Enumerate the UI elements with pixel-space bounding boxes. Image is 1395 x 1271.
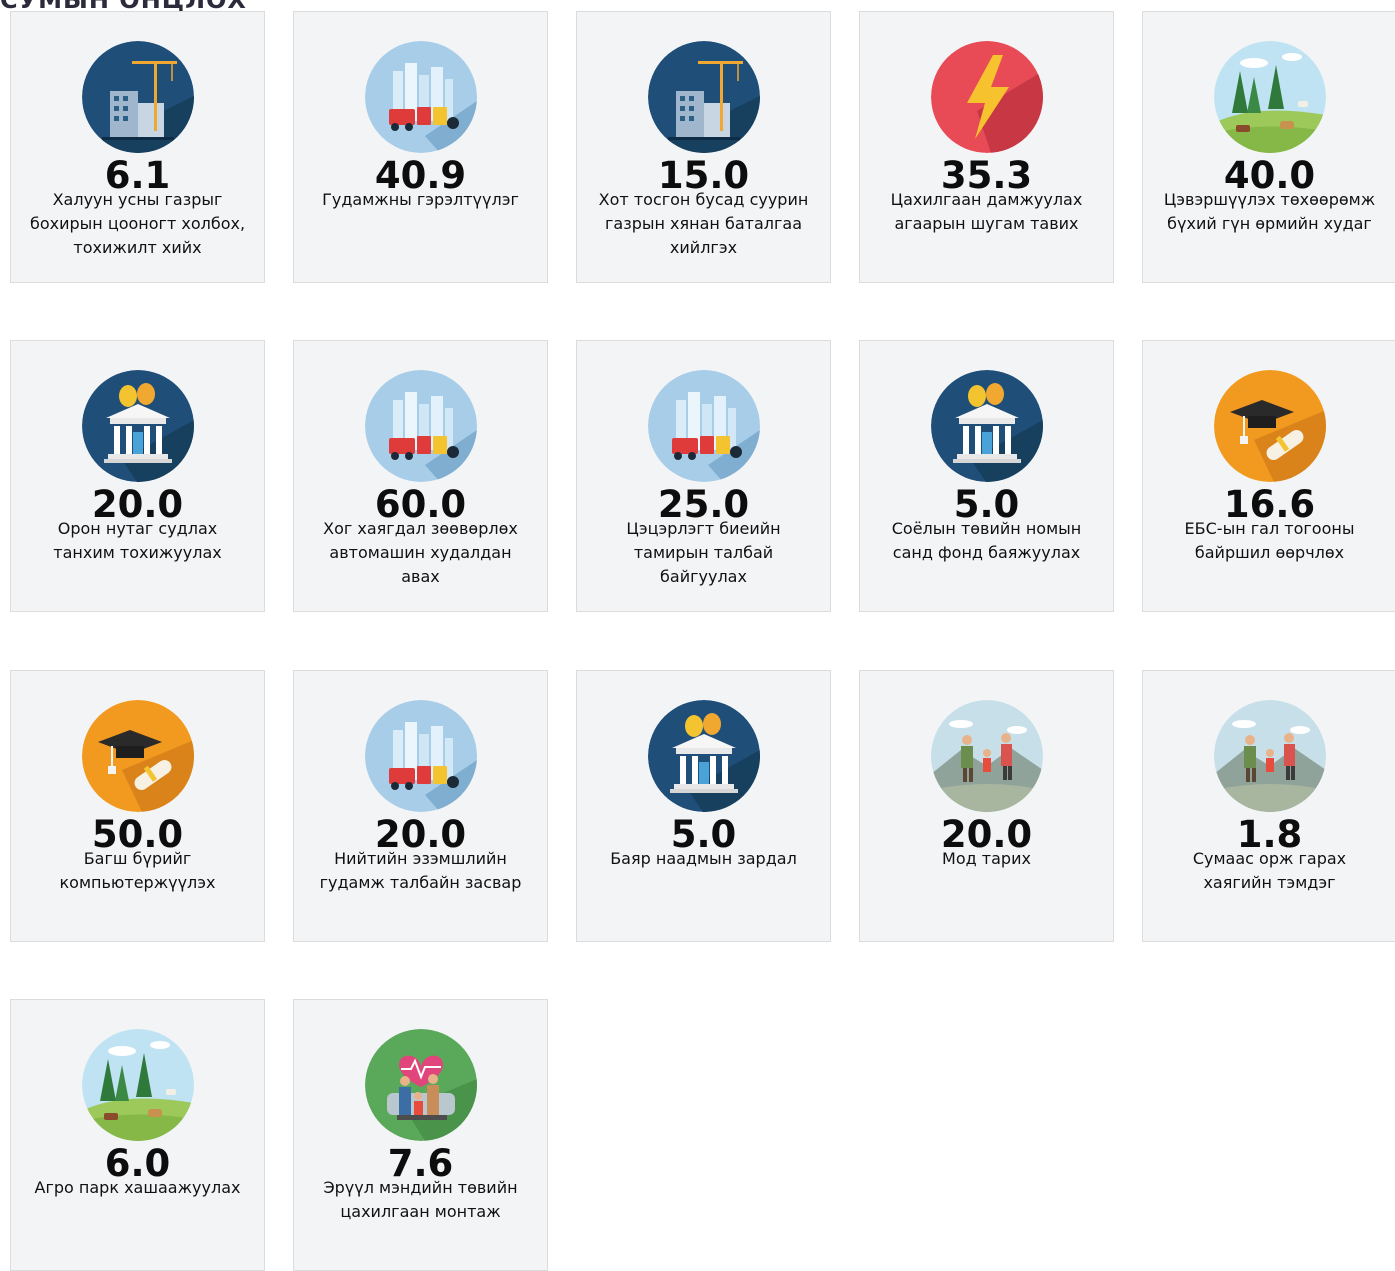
- project-card[interactable]: 1.8 Сумаас орж гарах хаягийн тэмдэг: [1142, 670, 1395, 942]
- project-icon-wrapper: [365, 41, 477, 153]
- project-icon-wrapper: [82, 700, 194, 812]
- project-title: Нийтийн эзэмшлийн гудамж талбайн засвар: [319, 849, 522, 892]
- hikers-icon: [931, 700, 1043, 812]
- project-icon-wrapper: [365, 700, 477, 812]
- project-title: Хот тосгон бусад суурин газрын хянан бат…: [598, 190, 809, 257]
- graduation-icon: [82, 700, 194, 812]
- project-title: ЕБС-ын гал тогооны байршил өөрчлөх: [1184, 519, 1355, 562]
- project-card[interactable]: 16.6 ЕБС-ын гал тогооны байршил өөрчлөх: [1142, 340, 1395, 612]
- project-title: Цахилгаан дамжуулах агаарын шугам тавих: [890, 190, 1083, 233]
- project-title: Агро парк хашаажуулах: [34, 1178, 241, 1197]
- project-card[interactable]: 20.0 Мод тарих: [859, 670, 1114, 942]
- theatre-icon: [931, 370, 1043, 482]
- project-card[interactable]: 6.0 Агро парк хашаажуулах: [10, 999, 265, 1271]
- project-card[interactable]: 35.3 Цахилгаан дамжуулах агаарын шугам та…: [859, 11, 1114, 283]
- project-title: Багш бүрийг компьютержүүлэх: [59, 849, 216, 892]
- city-waste-icon: [648, 370, 760, 482]
- project-icon-wrapper: [365, 370, 477, 482]
- project-title: Хог хаягдал зөөвөрлөх автомашин худалдан…: [323, 519, 518, 586]
- project-icon-wrapper: [648, 41, 760, 153]
- theatre-icon: [648, 700, 760, 812]
- graduation-icon: [1214, 370, 1326, 482]
- project-card[interactable]: 15.0 Хот тосгон бусад суурин газрын хянан…: [576, 11, 831, 283]
- lightning-icon: [931, 41, 1043, 153]
- project-icon-wrapper: [648, 370, 760, 482]
- city-waste-icon: [365, 700, 477, 812]
- project-title: Цэцэрлэгт биеийн тамирын талбай байгуула…: [626, 519, 781, 586]
- project-icon-wrapper: [82, 41, 194, 153]
- project-icon-wrapper: [365, 1029, 477, 1141]
- project-title: Эрүүл мэндийн төвийн цахилгаан монтаж: [323, 1178, 518, 1221]
- hikers-icon: [1214, 700, 1326, 812]
- project-title: Мод тарих: [942, 849, 1031, 868]
- city-waste-icon: [365, 370, 477, 482]
- project-icon-wrapper: [931, 370, 1043, 482]
- city-waste-icon: [365, 41, 477, 153]
- project-title: Сумаас орж гарах хаягийн тэмдэг: [1192, 849, 1347, 892]
- project-icon-wrapper: [1214, 370, 1326, 482]
- project-card[interactable]: 5.0 Баяр наадмын зардал: [576, 670, 831, 942]
- project-title: Баяр наадмын зардал: [610, 849, 797, 868]
- construction-icon: [82, 41, 194, 153]
- family-health-icon: [365, 1029, 477, 1141]
- project-icon-wrapper: [1214, 700, 1326, 812]
- project-card[interactable]: 5.0 Соёлын төвийн номын санд фонд баяжуул…: [859, 340, 1114, 612]
- construction-icon: [648, 41, 760, 153]
- project-title: Цэвэршүүлэх төхөөрөмж бүхий гүн өрмийн х…: [1163, 190, 1376, 233]
- project-card[interactable]: 25.0 Цэцэрлэгт биеийн тамирын талбай байг…: [576, 340, 831, 612]
- project-title: Орон нутаг судлах танхим тохижуулах: [53, 519, 222, 562]
- project-card[interactable]: 60.0 Хог хаягдал зөөвөрлөх автомашин худа…: [293, 340, 548, 612]
- project-card[interactable]: 20.0 Орон нутаг судлах танхим тохижуулах: [10, 340, 265, 612]
- project-title: Халуун усны газрыг бохирын цооногт холбо…: [29, 190, 246, 257]
- project-card[interactable]: 7.6 Эрүүл мэндийн төвийн цахилгаан монтаж: [293, 999, 548, 1271]
- theatre-icon: [82, 370, 194, 482]
- project-card[interactable]: 20.0 Нийтийн эзэмшлийн гудамж талбайн зас…: [293, 670, 548, 942]
- project-icon-wrapper: [1214, 41, 1326, 153]
- project-icon-wrapper: [82, 370, 194, 482]
- project-card[interactable]: 50.0 Багш бүрийг компьютержүүлэх: [10, 670, 265, 942]
- project-card[interactable]: 40.9 Гудамжны гэрэлтүүлэг: [293, 11, 548, 283]
- project-icon-wrapper: [931, 700, 1043, 812]
- pasture-icon: [82, 1029, 194, 1141]
- project-icon-wrapper: [82, 1029, 194, 1141]
- project-title: Соёлын төвийн номын санд фонд баяжуулах: [891, 519, 1082, 562]
- project-icon-wrapper: [931, 41, 1043, 153]
- project-card[interactable]: 6.1 Халуун усны газрыг бохирын цооногт хо…: [10, 11, 265, 283]
- project-icon-wrapper: [648, 700, 760, 812]
- project-title: Гудамжны гэрэлтүүлэг: [322, 190, 519, 209]
- pasture-icon: [1214, 41, 1326, 153]
- project-card[interactable]: 40.0 Цэвэршүүлэх төхөөрөмж бүхий гүн өрми…: [1142, 11, 1395, 283]
